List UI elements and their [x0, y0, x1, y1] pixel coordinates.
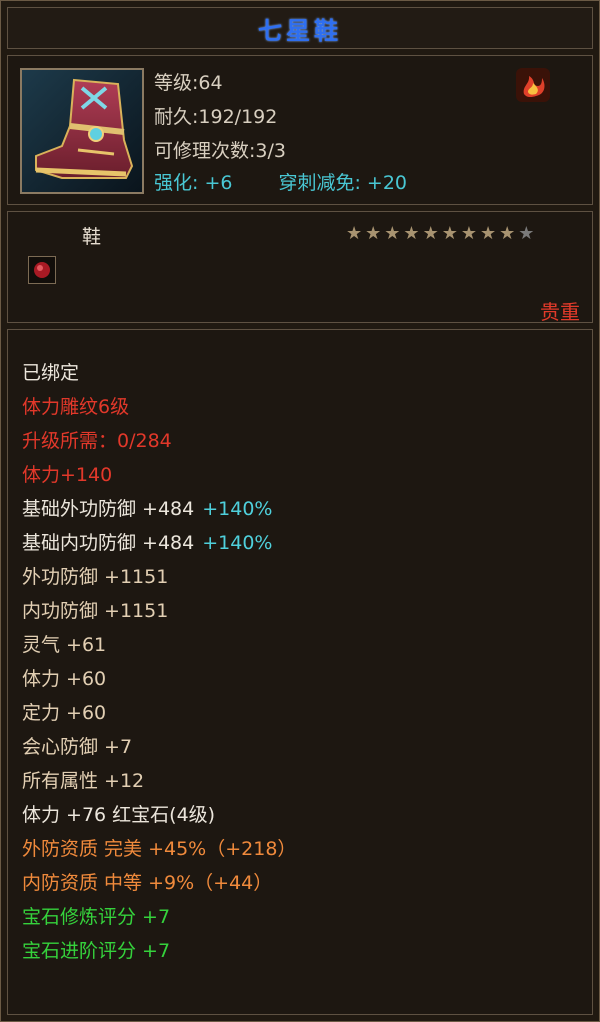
pierce-reduction-value: 穿刺减免: +20: [278, 172, 407, 194]
attribute-text: 外防资质 完美 +45%（+218）: [22, 838, 297, 860]
attribute-text: 升级所需：0/284: [22, 430, 172, 452]
attribute-text: 内功防御 +1151: [22, 600, 169, 622]
attribute-bonus: +140%: [202, 498, 273, 520]
attribute-text: 灵气 +61: [22, 634, 107, 656]
attribute-bonus: +140%: [202, 532, 273, 554]
attribute-text: 基础内功防御 +484: [22, 532, 195, 554]
enhance-value: 强化: +6: [154, 172, 233, 194]
attribute-line: 体力+140: [22, 458, 296, 492]
attribute-list: 已绑定体力雕纹6级升级所需：0/284 体力+140 基础外功防御 +484 +140…: [22, 356, 296, 968]
item-tooltip: 七星鞋 等级:64 耐久:192/192 可修理次数:3/3 强化: +6 穿刺…: [0, 0, 600, 1022]
item-info-panel: 等级:64 耐久:192/192 可修理次数:3/3 强化: +6 穿刺减免: +…: [7, 55, 593, 205]
attribute-text: 体力 +76 红宝石(4级): [22, 804, 216, 826]
enhance-row: 强化: +6 穿刺减免: +20: [154, 168, 407, 195]
attribute-text: 所有属性 +12: [22, 770, 145, 792]
star-icon: ★: [346, 223, 363, 244]
attribute-text: 体力雕纹6级: [22, 396, 130, 418]
gem-slot-icon[interactable]: [28, 256, 56, 284]
attribute-text: 宝石修炼评分 +7: [22, 906, 171, 928]
item-level: 等级:64: [154, 72, 223, 94]
attribute-text: 体力 +60: [22, 668, 107, 690]
star-icon: ★: [518, 223, 535, 244]
title-bar: 七星鞋: [7, 7, 593, 49]
star-icon: ★: [479, 223, 497, 244]
star-icon: ★: [365, 223, 382, 244]
item-repair-count: 可修理次数:3/3: [154, 140, 286, 162]
attribute-line: 体力雕纹6级: [22, 390, 296, 424]
attribute-line: 会心防御 +7: [22, 730, 296, 764]
attribute-text: 体力+140: [22, 464, 113, 486]
attribute-text: 外功防御 +1151: [22, 566, 169, 588]
item-durability: 耐久:192/192: [154, 106, 278, 128]
attribute-line: 所有属性 +12: [22, 764, 296, 798]
fire-icon: [516, 68, 550, 102]
attribute-line: 内防资质 中等 +9%（+44）: [22, 866, 296, 900]
item-name: 七星鞋: [258, 16, 342, 45]
attribute-text: 会心防御 +7: [22, 736, 133, 758]
star-icon: ★: [422, 223, 439, 244]
attribute-line: 灵气 +61: [22, 628, 296, 662]
star-icon: ★: [499, 223, 516, 244]
star-icon: ★: [441, 223, 458, 244]
attribute-line: 基础内功防御 +484 +140%: [22, 526, 296, 560]
attribute-text: 宝石进阶评分 +7: [22, 940, 171, 962]
item-type: 鞋: [82, 226, 102, 248]
star-icon: ★: [403, 223, 420, 244]
attribute-line: 体力 +76 红宝石(4级): [22, 798, 296, 832]
star-rating: ★ ★ ★ ★ ★ ★ ★ ★ ★ ★: [346, 224, 534, 244]
attribute-line: 外功防御 +1151: [22, 560, 296, 594]
attribute-line: 升级所需：0/284: [22, 424, 296, 458]
attribute-panel: 已绑定体力雕纹6级升级所需：0/284 体力+140 基础外功防御 +484 +140…: [7, 329, 593, 1015]
attribute-text: 已绑定: [22, 362, 80, 384]
item-type-panel: 鞋 ★ ★ ★ ★ ★ ★ ★ ★ ★ ★ 贵重: [7, 211, 593, 324]
attribute-line: 定力 +60: [22, 696, 296, 730]
attribute-line: 内功防御 +1151: [22, 594, 296, 628]
attribute-text: 内防资质 中等 +9%（+44）: [22, 872, 273, 894]
rarity-label: 贵重: [540, 300, 580, 324]
boots-icon[interactable]: [20, 68, 144, 194]
attribute-line: 已绑定: [22, 356, 296, 390]
attribute-text: 基础外功防御 +484: [22, 498, 195, 520]
star-icon: ★: [384, 223, 401, 244]
attribute-line: 外防资质 完美 +45%（+218）: [22, 832, 296, 866]
attribute-line: 基础外功防御 +484 +140%: [22, 492, 296, 526]
attribute-text: 定力 +60: [22, 702, 107, 724]
attribute-line: 宝石修炼评分 +7: [22, 900, 296, 934]
attribute-line: 体力 +60: [22, 662, 296, 696]
attribute-line: 宝石进阶评分 +7: [22, 934, 296, 968]
star-icon: ★: [460, 223, 477, 244]
